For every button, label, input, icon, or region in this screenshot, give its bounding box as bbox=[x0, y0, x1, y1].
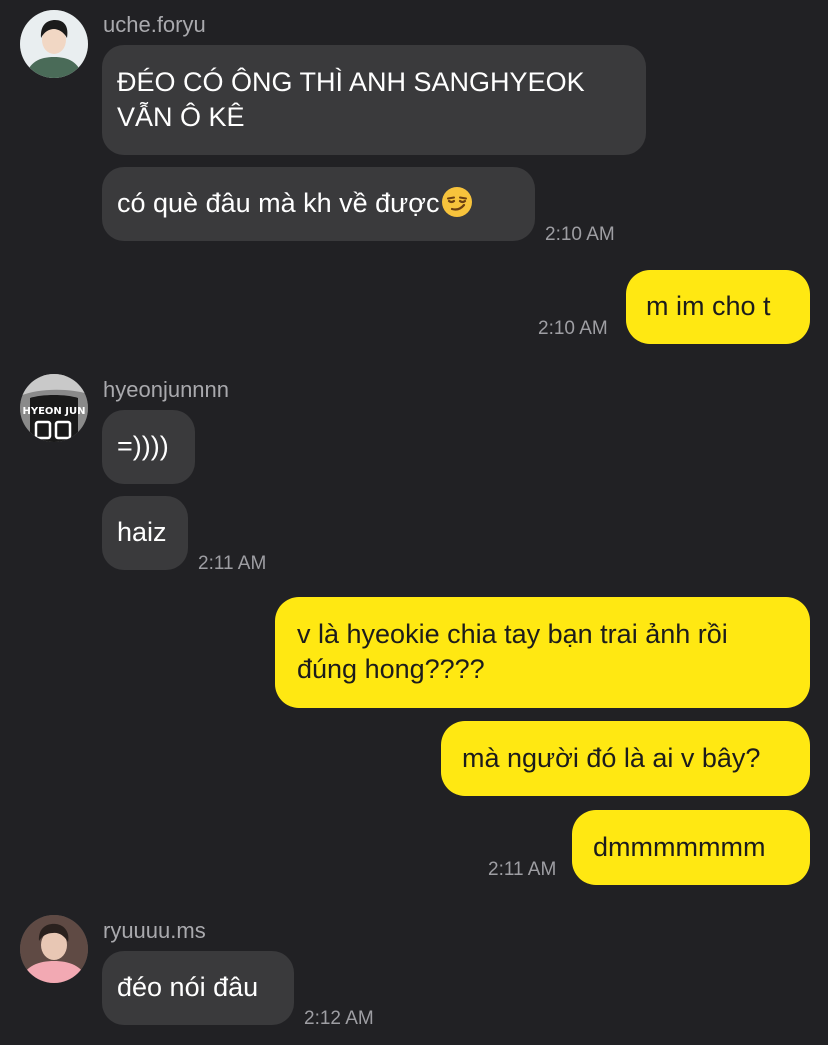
avatar-ryuuuu-ms[interactable] bbox=[20, 915, 88, 983]
message-timestamp: 2:10 AM bbox=[538, 318, 608, 339]
message-timestamp: 2:11 AM bbox=[198, 553, 267, 574]
avatar-photo-icon bbox=[20, 10, 88, 78]
message-timestamp: 2:11 AM bbox=[488, 859, 557, 880]
message-text: =)))) bbox=[117, 431, 169, 461]
message-bubble[interactable]: =)))) bbox=[102, 410, 195, 484]
sender-name: ryuuuu.ms bbox=[103, 918, 206, 943]
message-bubble[interactable]: đéo nói đâu bbox=[102, 951, 294, 1025]
message-timestamp: 2:12 AM bbox=[304, 1008, 374, 1029]
avatar-photo-icon: HYEON JUN bbox=[20, 374, 88, 442]
message-bubble[interactable]: ĐÉO CÓ ÔNG THÌ ANH SANGHYEOK VẪN Ô KÊ bbox=[102, 45, 646, 155]
avatar-hyeonjunnnn[interactable]: HYEON JUN bbox=[20, 374, 88, 442]
smirking-face-emoji-icon bbox=[441, 186, 473, 227]
message-bubble[interactable]: haiz bbox=[102, 496, 188, 570]
message-timestamp: 2:10 AM bbox=[545, 224, 615, 245]
message-text: đúng hong???? bbox=[297, 654, 485, 684]
message-text: haiz bbox=[117, 517, 167, 547]
avatar-photo-icon bbox=[20, 915, 88, 983]
message-bubble[interactable]: v là hyeokie chia tay bạn trai ảnh rồi đ… bbox=[275, 597, 810, 708]
sender-name: uche.foryu bbox=[103, 12, 206, 37]
message-text: đéo nói đâu bbox=[117, 972, 259, 1002]
message-bubble[interactable]: mà người đó là ai v bây? bbox=[441, 721, 810, 796]
message-text: m im cho t bbox=[646, 291, 771, 321]
message-bubble[interactable]: m im cho t bbox=[626, 270, 810, 344]
message-text: có què đâu mà kh về được bbox=[117, 188, 440, 218]
message-text: ĐÉO CÓ ÔNG THÌ ANH SANGHYEOK bbox=[117, 67, 585, 97]
message-text: dmmmmmmm bbox=[593, 832, 766, 862]
avatar-uche-foryu[interactable] bbox=[20, 10, 88, 78]
message-text: mà người đó là ai v bây? bbox=[462, 743, 761, 773]
avatar-jersey-text: HYEON JUN bbox=[22, 406, 85, 417]
message-text: VẪN Ô KÊ bbox=[117, 102, 245, 132]
message-bubble[interactable]: có què đâu mà kh về được bbox=[102, 167, 535, 241]
message-text: v là hyeokie chia tay bạn trai ảnh rồi bbox=[297, 619, 728, 649]
message-bubble[interactable]: dmmmmmmm bbox=[572, 810, 810, 885]
sender-name: hyeonjunnnn bbox=[103, 377, 230, 402]
